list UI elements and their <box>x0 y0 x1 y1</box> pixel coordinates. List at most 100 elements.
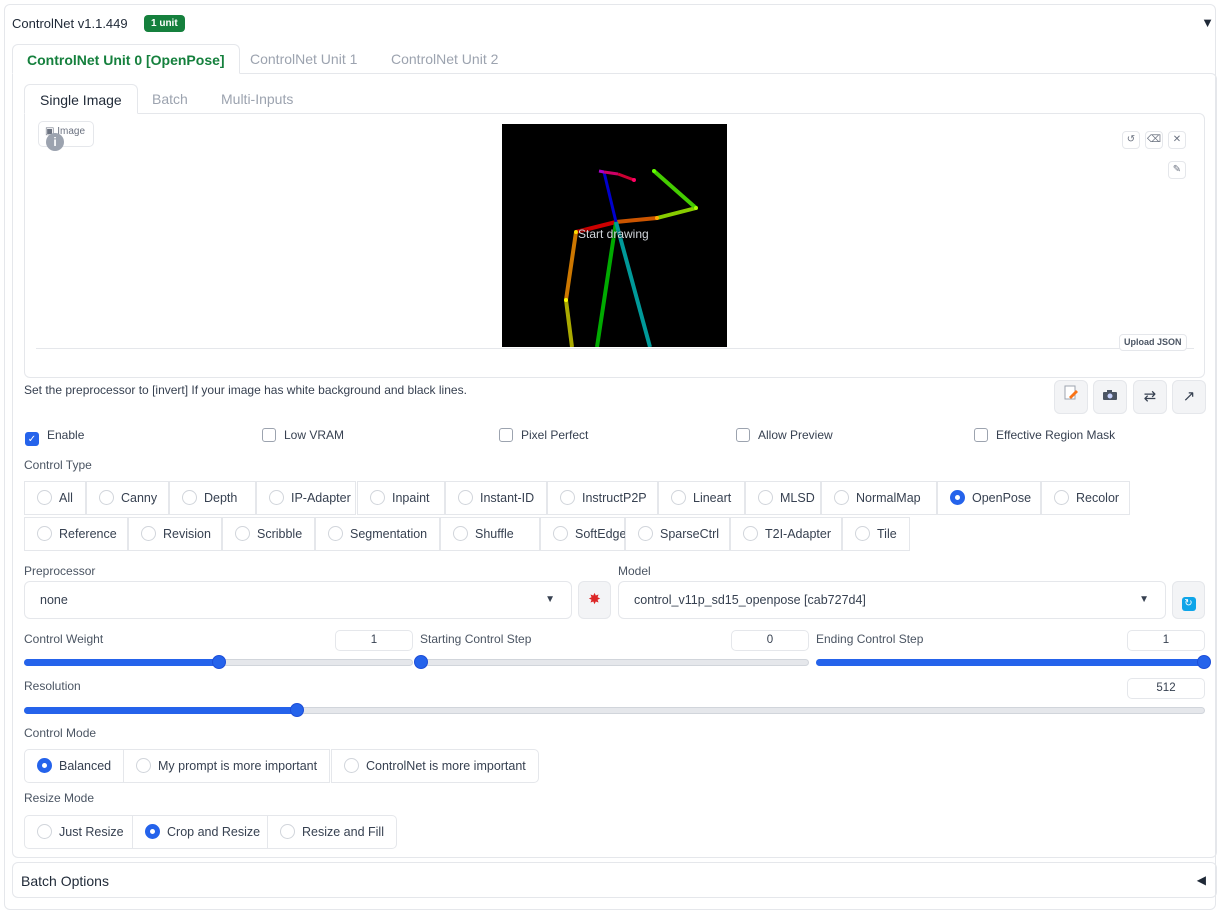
control-type-option[interactable]: Scribble <box>222 517 315 551</box>
pixel-perfect-checkbox[interactable]: Pixel Perfect <box>499 428 588 442</box>
resize-option-resize-and-fill[interactable]: Resize and Fill <box>267 815 397 849</box>
tab-multi-inputs[interactable]: Multi-Inputs <box>221 84 293 114</box>
mode-option-balanced[interactable]: Balanced <box>24 749 125 783</box>
preprocessor-dropdown[interactable]: none ▼ <box>24 581 572 619</box>
triangle-left-icon[interactable]: ◀ <box>1197 873 1206 887</box>
radio-icon[interactable] <box>638 526 653 541</box>
control-type-option[interactable]: Tile <box>842 517 910 551</box>
radio-icon[interactable] <box>136 758 151 773</box>
radio-icon[interactable] <box>1054 490 1069 505</box>
tab-unit-2[interactable]: ControlNet Unit 2 <box>391 44 498 74</box>
batch-options-accordion[interactable]: Batch Options ◀ <box>12 862 1217 898</box>
mode-option-controlnet[interactable]: ControlNet is more important <box>331 749 539 783</box>
close-icon[interactable]: ✕ <box>1168 131 1186 149</box>
control-type-option[interactable]: IP-Adapter <box>256 481 356 515</box>
control-type-option[interactable]: Inpaint <box>357 481 445 515</box>
radio-icon[interactable] <box>280 824 295 839</box>
control-type-option[interactable]: MLSD <box>745 481 821 515</box>
radio-icon[interactable] <box>328 526 343 541</box>
radio-icon[interactable] <box>671 490 686 505</box>
radio-icon[interactable] <box>37 490 52 505</box>
preprocessor-hint: Set the preprocessor to [invert] If your… <box>24 383 467 397</box>
control-type-option[interactable]: Reference <box>24 517 128 551</box>
radio-icon[interactable] <box>235 526 250 541</box>
control-weight-slider[interactable] <box>24 655 413 669</box>
resize-option-just-resize[interactable]: Just Resize <box>24 815 137 849</box>
control-type-option[interactable]: All <box>24 481 86 515</box>
radio-icon[interactable] <box>758 490 773 505</box>
edit-icon[interactable] <box>1054 380 1088 414</box>
radio-icon[interactable] <box>743 526 758 541</box>
mode-option-prompt[interactable]: My prompt is more important <box>123 749 331 783</box>
slider-thumb[interactable] <box>1197 655 1211 669</box>
checkbox-icon[interactable] <box>262 428 276 442</box>
control-type-option[interactable]: Canny <box>86 481 169 515</box>
refresh-models-button[interactable]: ↻ <box>1172 581 1205 619</box>
swap-icon[interactable]: ⇄ <box>1133 380 1167 414</box>
allow-preview-checkbox[interactable]: Allow Preview <box>736 428 833 442</box>
radio-selected-icon[interactable] <box>37 758 52 773</box>
radio-icon[interactable] <box>182 490 197 505</box>
control-weight-input[interactable]: 1 <box>335 630 413 651</box>
control-type-option[interactable]: Revision <box>128 517 222 551</box>
brush-icon[interactable]: ✎ <box>1168 161 1186 179</box>
accordion-title[interactable]: ControlNet v1.1.449 <box>12 16 128 31</box>
radio-icon[interactable] <box>269 490 284 505</box>
radio-icon[interactable] <box>37 824 52 839</box>
tab-unit-1[interactable]: ControlNet Unit 1 <box>250 44 357 74</box>
tab-batch[interactable]: Batch <box>152 84 188 114</box>
radio-icon[interactable] <box>855 526 870 541</box>
radio-icon[interactable] <box>560 490 575 505</box>
send-icon[interactable]: ↗ <box>1172 380 1206 414</box>
control-type-option[interactable]: OpenPose <box>937 481 1041 515</box>
control-type-option[interactable]: Shuffle <box>440 517 540 551</box>
resize-option-crop-and-resize[interactable]: Crop and Resize <box>132 815 274 849</box>
control-type-option[interactable]: SoftEdge <box>540 517 626 551</box>
resolution-slider[interactable] <box>24 703 1205 717</box>
control-type-option[interactable]: Segmentation <box>315 517 440 551</box>
control-type-option[interactable]: Instant-ID <box>445 481 547 515</box>
undo-icon[interactable]: ↺ <box>1122 131 1140 149</box>
enable-checkbox[interactable]: ✓ Enable <box>25 428 84 446</box>
control-type-option[interactable]: Depth <box>169 481 256 515</box>
upload-json-button[interactable]: Upload JSON <box>1119 334 1187 351</box>
radio-icon[interactable] <box>141 526 156 541</box>
ending-step-slider[interactable] <box>816 655 1211 669</box>
radio-selected-icon[interactable] <box>950 490 965 505</box>
resolution-input[interactable]: 512 <box>1127 678 1205 699</box>
radio-icon[interactable] <box>370 490 385 505</box>
ending-step-input[interactable]: 1 <box>1127 630 1205 651</box>
slider-thumb[interactable] <box>414 655 428 669</box>
run-preprocessor-button[interactable]: ✸ <box>578 581 611 619</box>
radio-icon[interactable] <box>344 758 359 773</box>
starting-step-input[interactable]: 0 <box>731 630 809 651</box>
model-dropdown[interactable]: control_v11p_sd15_openpose [cab727d4] ▼ <box>618 581 1166 619</box>
control-type-option[interactable]: Recolor <box>1041 481 1130 515</box>
info-icon[interactable]: i <box>46 133 64 151</box>
checkbox-icon[interactable] <box>736 428 750 442</box>
control-type-option[interactable]: InstructP2P <box>547 481 658 515</box>
triangle-down-icon[interactable]: ▼ <box>1201 15 1214 30</box>
radio-icon[interactable] <box>37 526 52 541</box>
eraser-icon[interactable]: ⌫ <box>1145 131 1163 149</box>
control-type-option[interactable]: Lineart <box>658 481 745 515</box>
control-type-option[interactable]: T2I-Adapter <box>730 517 842 551</box>
starting-step-slider[interactable] <box>414 655 809 669</box>
slider-thumb[interactable] <box>211 655 226 669</box>
radio-icon[interactable] <box>834 490 849 505</box>
tab-single-image[interactable]: Single Image <box>24 84 138 114</box>
radio-selected-icon[interactable] <box>145 824 160 839</box>
radio-icon[interactable] <box>458 490 473 505</box>
control-type-option[interactable]: NormalMap <box>821 481 937 515</box>
tab-unit-0[interactable]: ControlNet Unit 0 [OpenPose] <box>12 44 240 74</box>
radio-icon[interactable] <box>453 526 468 541</box>
radio-icon[interactable] <box>99 490 114 505</box>
low-vram-checkbox[interactable]: Low VRAM <box>262 428 344 442</box>
control-type-option[interactable]: SparseCtrl <box>625 517 730 551</box>
checkbox-icon[interactable] <box>499 428 513 442</box>
checkbox-checked-icon[interactable]: ✓ <box>25 432 39 446</box>
effective-region-mask-checkbox[interactable]: Effective Region Mask <box>974 428 1115 442</box>
camera-icon[interactable] <box>1093 380 1127 414</box>
checkbox-icon[interactable] <box>974 428 988 442</box>
radio-icon[interactable] <box>553 526 568 541</box>
